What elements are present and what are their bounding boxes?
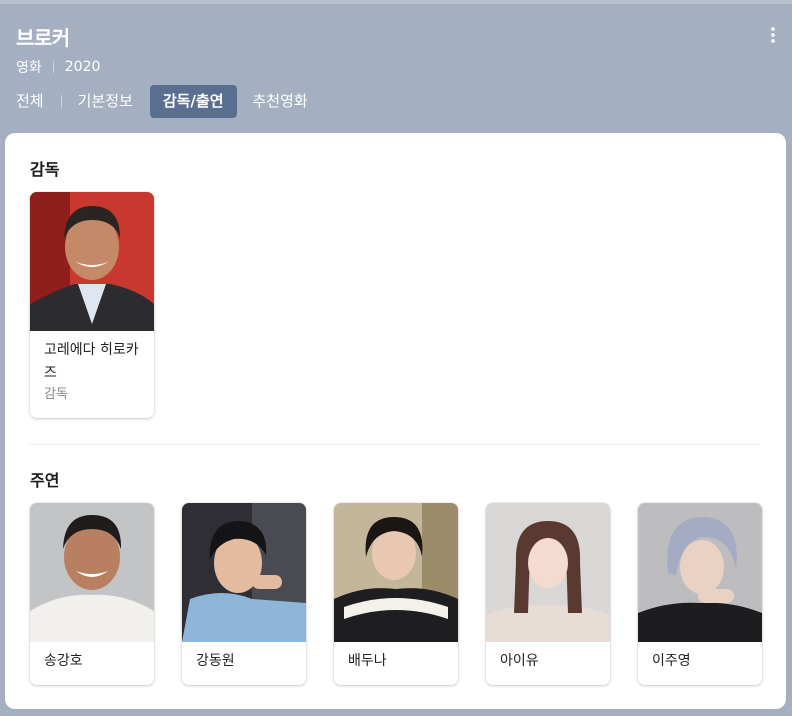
cast-photo (30, 503, 154, 642)
tab-bar: 전체 기본정보 감독/출연 추천영화 (0, 85, 308, 118)
cast-name: 이주영 (652, 653, 691, 669)
cast-photo (638, 503, 762, 642)
header: 브로커 영화 2020 전체 기본정보 감독/출연 추천영화 (0, 0, 792, 132)
cast-card[interactable]: 송강호 (30, 503, 154, 685)
more-vertical-icon[interactable] (764, 24, 782, 46)
director-role: 감독 (44, 387, 68, 402)
cast-photo (182, 503, 306, 642)
cast-photo (486, 503, 610, 642)
cast-card[interactable]: 강동원 (182, 503, 306, 685)
tab-basic-info[interactable]: 기본정보 (78, 85, 133, 118)
tab-separator (60, 95, 62, 108)
cast-name: 아이유 (500, 653, 539, 669)
director-card[interactable]: 고레에다 히로카즈 감독 (30, 192, 154, 418)
cast-name: 강동원 (196, 653, 235, 669)
tab-all[interactable]: 전체 (16, 85, 44, 118)
movie-meta: 영화 2020 (16, 57, 100, 77)
cast-card[interactable]: 이주영 (638, 503, 762, 685)
director-name: 고레에다 히로카즈 (44, 342, 139, 381)
tab-recommended[interactable]: 추천영화 (253, 85, 308, 118)
tab-director-cast[interactable]: 감독/출연 (149, 85, 237, 118)
director-photo (30, 192, 154, 331)
cast-section-title: 주연 (30, 471, 60, 490)
section-divider (30, 444, 761, 445)
director-section-title: 감독 (30, 160, 60, 179)
content-card: 감독 고레에다 히로카즈 감독 주연 송강호 강동원 배두나 아이유 이주영 (5, 133, 786, 709)
meta-year: 2020 (64, 59, 101, 75)
cast-name: 송강호 (44, 653, 83, 669)
cast-card[interactable]: 배두나 (334, 503, 458, 685)
meta-type: 영화 (16, 60, 42, 76)
page-title: 브로커 (16, 26, 70, 50)
cast-photo (334, 503, 458, 642)
meta-separator (52, 61, 54, 73)
cast-card[interactable]: 아이유 (486, 503, 610, 685)
cast-name: 배두나 (348, 653, 387, 669)
